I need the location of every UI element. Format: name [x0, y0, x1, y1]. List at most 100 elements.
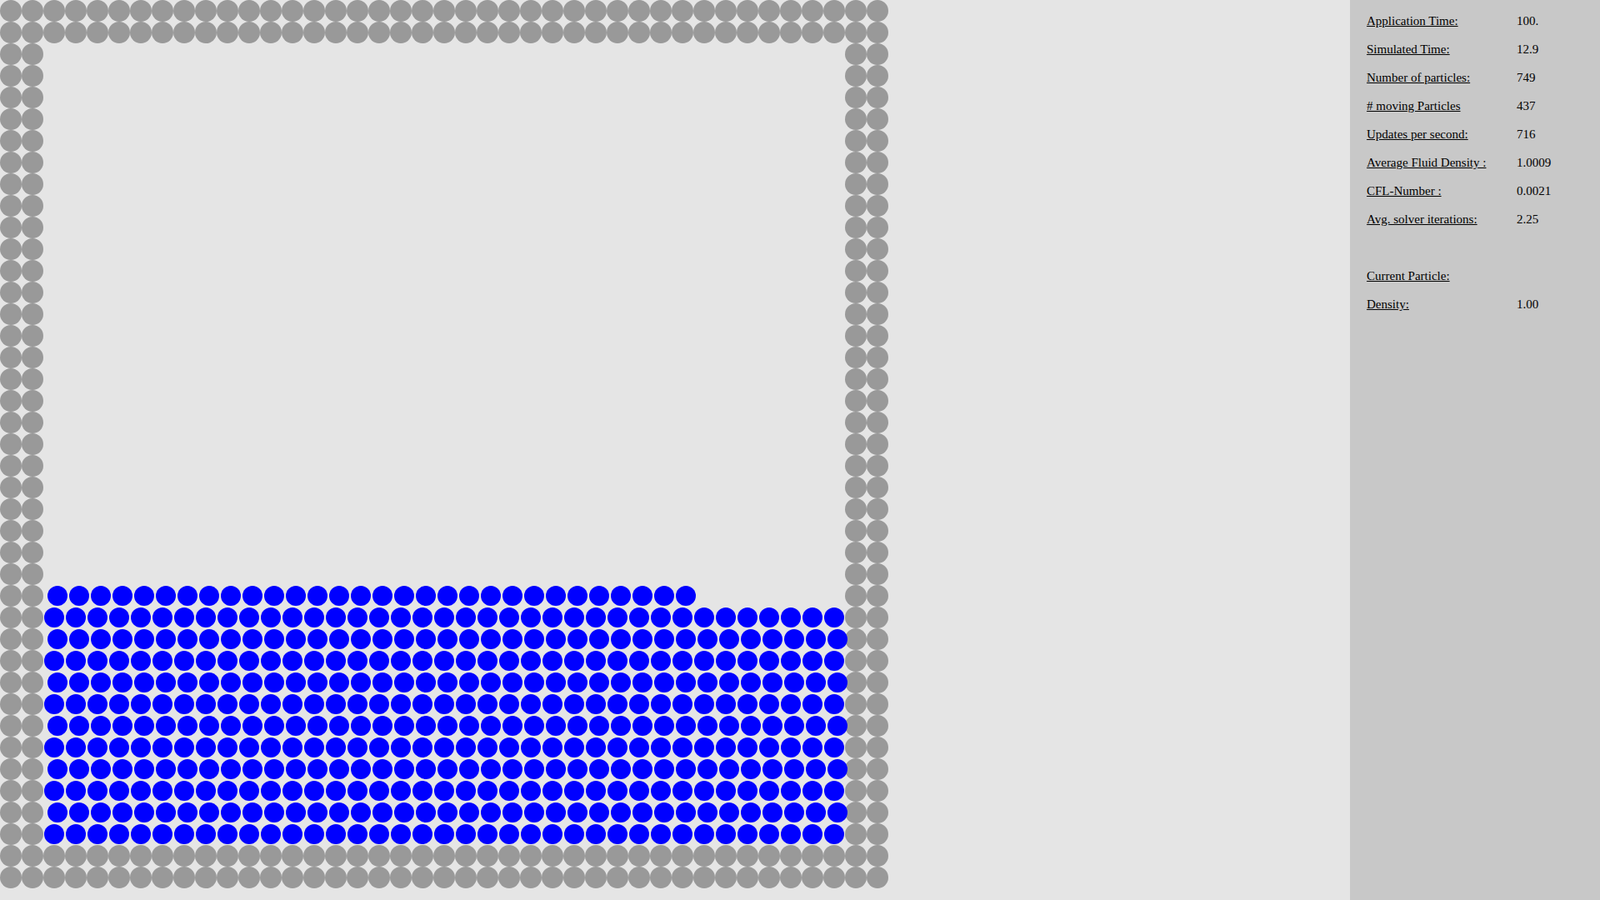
fluid-particle[interactable]: [307, 629, 328, 650]
fluid-particle[interactable]: [545, 629, 566, 650]
fluid-particle[interactable]: [564, 607, 585, 628]
fluid-particle[interactable]: [567, 672, 588, 693]
fluid-particle[interactable]: [239, 824, 260, 845]
fluid-particle[interactable]: [499, 780, 520, 801]
fluid-particle[interactable]: [415, 629, 436, 650]
fluid-particle[interactable]: [694, 694, 715, 715]
fluid-particle[interactable]: [44, 650, 65, 671]
fluid-particle[interactable]: [434, 694, 455, 715]
fluid-particle[interactable]: [155, 629, 176, 650]
fluid-particle[interactable]: [585, 650, 606, 671]
fluid-particle[interactable]: [650, 780, 671, 801]
fluid-particle[interactable]: [632, 802, 653, 823]
fluid-particle[interactable]: [369, 780, 390, 801]
fluid-particle[interactable]: [502, 629, 523, 650]
fluid-particle[interactable]: [672, 650, 693, 671]
fluid-particle[interactable]: [762, 759, 783, 780]
fluid-particle[interactable]: [177, 759, 198, 780]
fluid-particle[interactable]: [325, 824, 346, 845]
fluid-particle[interactable]: [650, 607, 671, 628]
fluid-particle[interactable]: [697, 759, 718, 780]
fluid-particle[interactable]: [824, 650, 845, 671]
fluid-particle[interactable]: [502, 802, 523, 823]
fluid-particle[interactable]: [672, 737, 693, 758]
fluid-particle[interactable]: [675, 672, 696, 693]
fluid-particle[interactable]: [282, 780, 303, 801]
fluid-particle[interactable]: [412, 824, 433, 845]
fluid-particle[interactable]: [697, 629, 718, 650]
fluid-particle[interactable]: [459, 715, 480, 736]
fluid-particle[interactable]: [520, 650, 541, 671]
fluid-particle[interactable]: [112, 759, 133, 780]
fluid-particle[interactable]: [740, 802, 761, 823]
fluid-particle[interactable]: [740, 715, 761, 736]
fluid-particle[interactable]: [437, 629, 458, 650]
fluid-particle[interactable]: [455, 694, 476, 715]
fluid-particle[interactable]: [199, 802, 220, 823]
fluid-particle[interactable]: [347, 824, 368, 845]
fluid-particle[interactable]: [719, 672, 740, 693]
fluid-particle[interactable]: [329, 629, 350, 650]
fluid-particle[interactable]: [545, 672, 566, 693]
fluid-particle[interactable]: [260, 650, 281, 671]
fluid-particle[interactable]: [174, 780, 195, 801]
fluid-particle[interactable]: [285, 715, 306, 736]
fluid-particle[interactable]: [347, 737, 368, 758]
fluid-particle[interactable]: [239, 737, 260, 758]
fluid-particle[interactable]: [672, 694, 693, 715]
fluid-particle[interactable]: [412, 650, 433, 671]
fluid-particle[interactable]: [109, 780, 130, 801]
fluid-particle[interactable]: [455, 780, 476, 801]
fluid-particle[interactable]: [759, 694, 780, 715]
fluid-particle[interactable]: [350, 585, 371, 606]
fluid-particle[interactable]: [369, 607, 390, 628]
fluid-particle[interactable]: [130, 824, 151, 845]
fluid-particle[interactable]: [719, 629, 740, 650]
fluid-particle[interactable]: [607, 780, 628, 801]
fluid-particle[interactable]: [455, 737, 476, 758]
fluid-particle[interactable]: [434, 650, 455, 671]
fluid-particle[interactable]: [437, 759, 458, 780]
fluid-particle[interactable]: [502, 672, 523, 693]
fluid-particle[interactable]: [325, 737, 346, 758]
fluid-particle[interactable]: [304, 607, 325, 628]
fluid-particle[interactable]: [412, 694, 433, 715]
fluid-particle[interactable]: [629, 650, 650, 671]
fluid-particle[interactable]: [177, 585, 198, 606]
fluid-particle[interactable]: [282, 824, 303, 845]
fluid-particle[interactable]: [109, 607, 130, 628]
fluid-particle[interactable]: [394, 585, 415, 606]
fluid-particle[interactable]: [87, 607, 108, 628]
fluid-particle[interactable]: [285, 585, 306, 606]
fluid-particle[interactable]: [477, 780, 498, 801]
fluid-particle[interactable]: [329, 585, 350, 606]
fluid-particle[interactable]: [780, 824, 801, 845]
fluid-particle[interactable]: [589, 802, 610, 823]
fluid-particle[interactable]: [610, 585, 631, 606]
fluid-particle[interactable]: [564, 694, 585, 715]
fluid-particle[interactable]: [697, 672, 718, 693]
fluid-particle[interactable]: [155, 672, 176, 693]
fluid-particle[interactable]: [195, 737, 216, 758]
fluid-particle[interactable]: [542, 650, 563, 671]
fluid-particle[interactable]: [480, 802, 501, 823]
fluid-particle[interactable]: [109, 824, 130, 845]
fluid-particle[interactable]: [264, 629, 285, 650]
fluid-particle[interactable]: [715, 650, 736, 671]
fluid-particle[interactable]: [242, 759, 263, 780]
fluid-particle[interactable]: [329, 715, 350, 736]
fluid-particle[interactable]: [65, 737, 86, 758]
fluid-particle[interactable]: [824, 694, 845, 715]
fluid-particle[interactable]: [607, 607, 628, 628]
fluid-particle[interactable]: [589, 585, 610, 606]
fluid-particle[interactable]: [264, 585, 285, 606]
fluid-particle[interactable]: [477, 607, 498, 628]
fluid-particle[interactable]: [585, 737, 606, 758]
fluid-particle[interactable]: [737, 737, 758, 758]
fluid-particle[interactable]: [589, 629, 610, 650]
fluid-particle[interactable]: [112, 715, 133, 736]
fluid-particle[interactable]: [242, 585, 263, 606]
fluid-particle[interactable]: [195, 694, 216, 715]
fluid-particle[interactable]: [130, 780, 151, 801]
fluid-particle[interactable]: [155, 585, 176, 606]
